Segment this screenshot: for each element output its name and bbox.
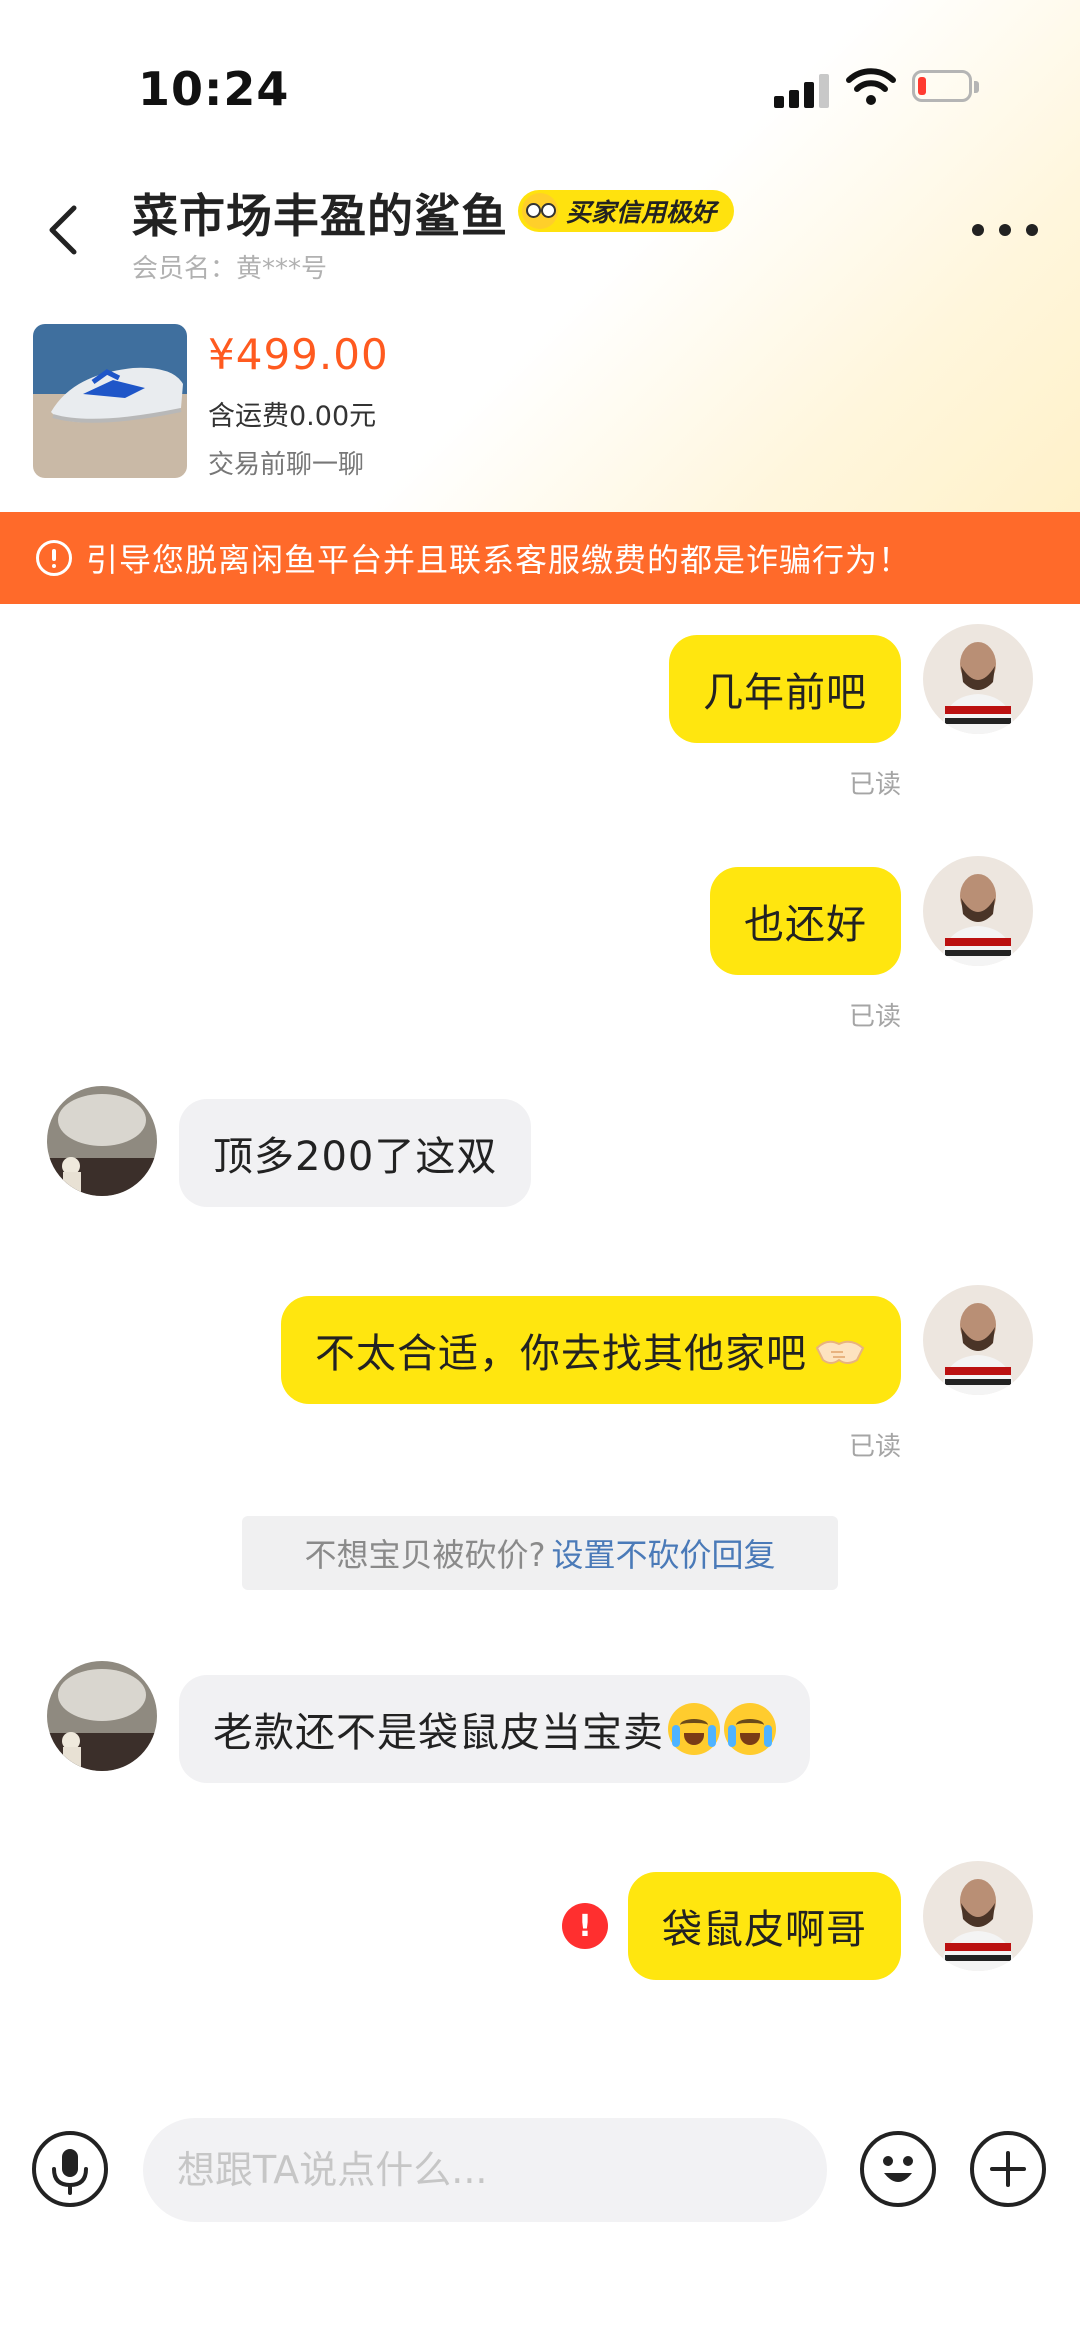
eyes-emoji-icon (522, 193, 558, 229)
warning-icon (36, 540, 72, 576)
no-bargain-tip: 不想宝贝被砍价? 设置不砍价回复 (242, 1516, 838, 1590)
credit-badge-label: 买家信用极好 (566, 198, 717, 227)
message-bubble-received[interactable]: 顶多200了这双 (179, 1099, 532, 1207)
message-input[interactable] (143, 2118, 827, 2222)
crying-emoji-icon (724, 1703, 776, 1755)
fraud-warning-text: 引导您脱离闲鱼平台并且联系客服缴费的都是诈骗行为！ (86, 541, 912, 579)
crying-emoji-icon (668, 1703, 720, 1755)
voice-input-button[interactable] (32, 2131, 108, 2207)
back-button[interactable] (40, 198, 90, 262)
handshake-emoji-icon (815, 1340, 865, 1364)
product-price: ¥499.00 (208, 330, 389, 379)
member-name: 会员名：黄***号 (132, 254, 328, 284)
my-avatar[interactable] (923, 856, 1033, 966)
read-receipt: 已读 (848, 770, 901, 800)
microphone-icon (52, 2149, 88, 2195)
more-options-button[interactable] (972, 212, 1038, 248)
fraud-warning-banner: 引导您脱离闲鱼平台并且联系客服缴费的都是诈骗行为！ (0, 512, 1080, 604)
wifi-icon (846, 68, 896, 105)
tip-text: 不想宝贝被砍价? (304, 1536, 546, 1574)
no-bargain-reply-link[interactable]: 设置不砍价回复 (551, 1530, 775, 1576)
product-note: 交易前聊一聊 (208, 450, 365, 480)
cellular-signal-icon (774, 72, 830, 108)
chat-partner-name: 菜市场丰盈的鲨鱼 (132, 189, 508, 243)
message-bubble-sent[interactable]: 不太合适，你去找其他家吧 (281, 1296, 901, 1404)
partner-avatar[interactable] (47, 1086, 157, 1196)
status-time: 10:24 (138, 62, 290, 116)
read-receipt: 已读 (848, 1002, 901, 1032)
plus-icon (990, 2151, 1026, 2187)
smiley-icon (883, 2156, 913, 2182)
message-bubble-sent[interactable]: 几年前吧 (669, 635, 901, 743)
product-thumbnail[interactable] (33, 324, 187, 478)
message-bubble-sent[interactable]: 袋鼠皮啊哥 (628, 1872, 901, 1980)
emoji-button[interactable] (860, 2131, 936, 2207)
my-avatar[interactable] (923, 1285, 1033, 1395)
message-bubble-received[interactable]: 老款还不是袋鼠皮当宝卖 (179, 1675, 810, 1783)
shipping-fee: 含运费0.00元 (208, 401, 377, 432)
battery-icon (912, 70, 982, 106)
message-text: 老款还不是袋鼠皮当宝卖 (213, 1710, 664, 1756)
credit-badge: 买家信用极好 (518, 190, 735, 232)
partner-avatar[interactable] (47, 1661, 157, 1771)
my-avatar[interactable] (923, 1861, 1033, 1971)
my-avatar[interactable] (923, 624, 1033, 734)
more-dots-icon (972, 224, 984, 236)
more-actions-button[interactable] (970, 2131, 1046, 2207)
read-receipt: 已读 (848, 1432, 901, 1462)
send-failed-icon[interactable]: ! (562, 1903, 608, 1949)
message-bubble-sent[interactable]: 也还好 (710, 867, 901, 975)
message-text: 不太合适，你去找其他家吧 (315, 1331, 807, 1377)
